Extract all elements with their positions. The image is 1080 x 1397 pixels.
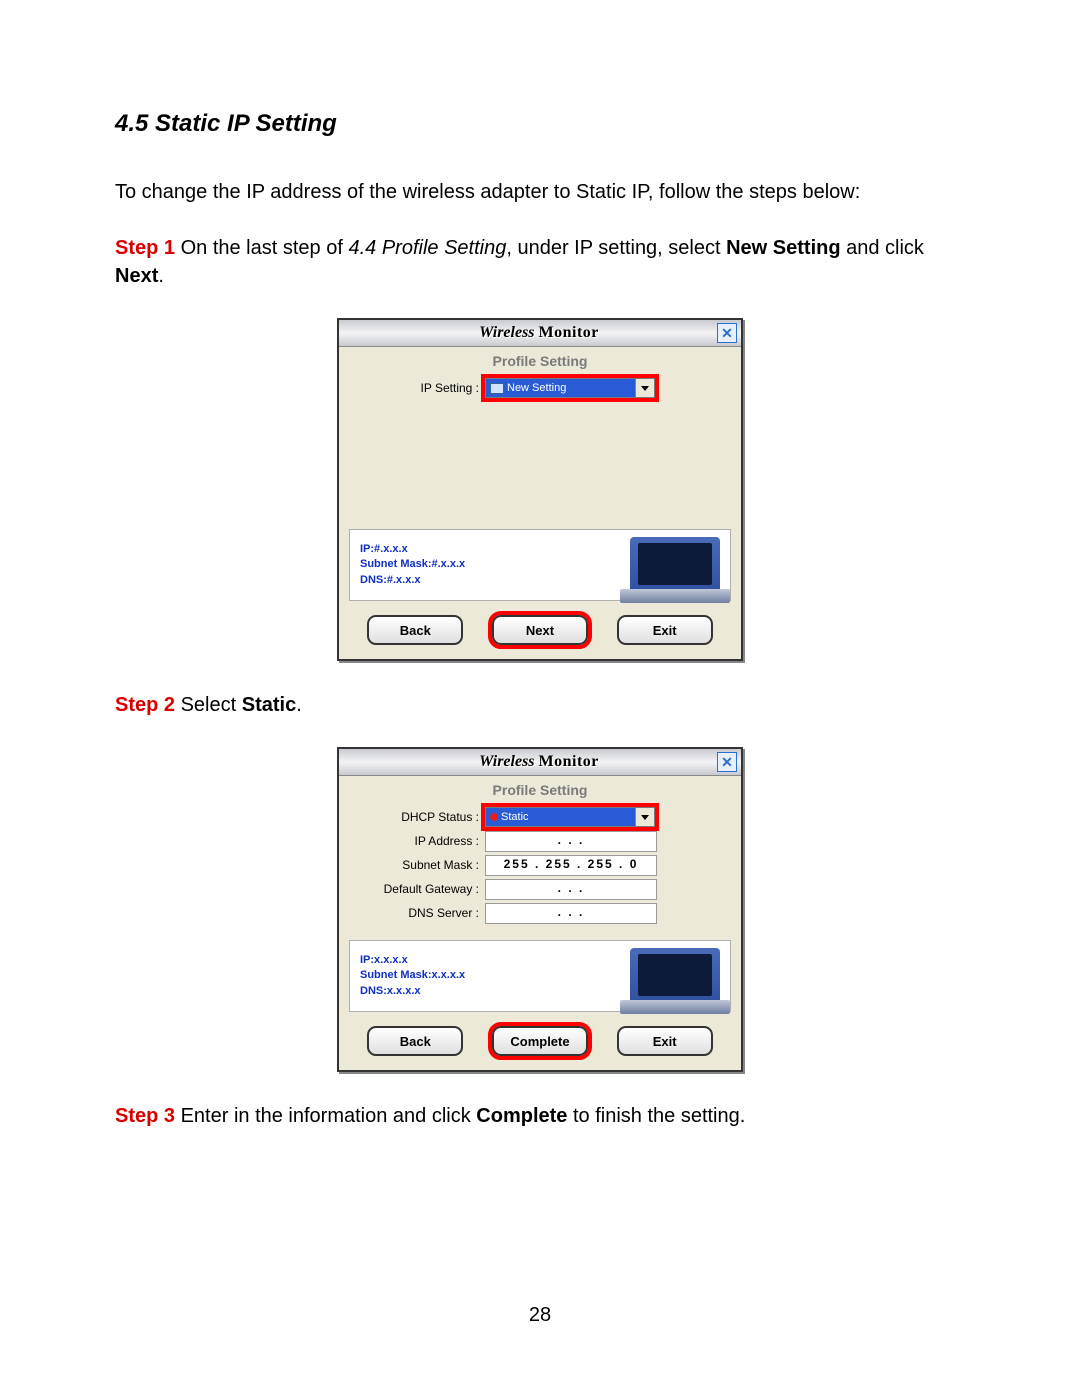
step3-label: Step 3 bbox=[115, 1105, 175, 1127]
close-button[interactable]: ✕ bbox=[717, 323, 737, 343]
step3-text: Step 3 Enter in the information and clic… bbox=[115, 1102, 965, 1130]
dhcp-value: Static bbox=[501, 811, 529, 823]
complete-button[interactable]: Complete bbox=[492, 1026, 588, 1056]
info-text: IP:x.x.x.x Subnet Mask:x.x.x.x DNS:x.x.x… bbox=[360, 953, 610, 999]
gateway-label: Default Gateway : bbox=[349, 882, 485, 896]
dialog-subheader: Profile Setting bbox=[339, 347, 741, 371]
page-number: 28 bbox=[529, 1304, 551, 1327]
section-heading: 4.5 Static IP Setting bbox=[115, 110, 965, 138]
dialog-titlebar: Wireless Monitor ✕ bbox=[339, 320, 741, 347]
info-dns: DNS:#.x.x.x bbox=[360, 573, 610, 588]
dialog-subheader: Profile Setting bbox=[339, 776, 741, 800]
step1-t1: On the last step of bbox=[175, 237, 348, 259]
info-pane: IP:#.x.x.x Subnet Mask:#.x.x.x DNS:#.x.x… bbox=[349, 529, 731, 601]
chevron-down-icon[interactable] bbox=[635, 808, 654, 826]
title-suffix: Monitor bbox=[539, 324, 599, 341]
step1-label: Step 1 bbox=[115, 237, 175, 259]
ip-setting-value: New Setting bbox=[507, 382, 566, 394]
title-prefix: Wireless bbox=[479, 324, 534, 341]
info-dns: DNS:x.x.x.x bbox=[360, 984, 610, 999]
dialog-titlebar: Wireless Monitor ✕ bbox=[339, 749, 741, 776]
dialog-title: Wireless Monitor bbox=[361, 753, 717, 771]
dhcp-dropdown[interactable]: Static bbox=[485, 807, 655, 827]
step1-ref: 4.4 Profile Setting bbox=[348, 237, 506, 259]
info-ip: IP:#.x.x.x bbox=[360, 542, 610, 557]
step3-t2: to finish the setting. bbox=[567, 1105, 745, 1127]
exit-button[interactable]: Exit bbox=[617, 615, 713, 645]
step1-text: Step 1 On the last step of 4.4 Profile S… bbox=[115, 234, 965, 290]
dialog1: Wireless Monitor ✕ Profile Setting IP Se… bbox=[337, 318, 743, 661]
gateway-field[interactable]: . . . bbox=[485, 879, 657, 900]
dns-label: DNS Server : bbox=[349, 906, 485, 920]
ip-setting-dropdown[interactable]: New Setting bbox=[485, 378, 655, 398]
step2-label: Step 2 bbox=[115, 694, 175, 716]
step3-bold1: Complete bbox=[476, 1105, 567, 1127]
dialog-title: Wireless Monitor bbox=[361, 324, 717, 342]
step2-text: Step 2 Select Static. bbox=[115, 691, 965, 719]
dhcp-label: DHCP Status : bbox=[349, 810, 485, 824]
laptop-icon bbox=[630, 948, 720, 1004]
exit-button[interactable]: Exit bbox=[617, 1026, 713, 1056]
back-button[interactable]: Back bbox=[367, 1026, 463, 1056]
step1-t4: . bbox=[158, 265, 164, 287]
info-ip: IP:x.x.x.x bbox=[360, 953, 610, 968]
step1-t3: and click bbox=[841, 237, 924, 259]
step2-t1: Select bbox=[175, 694, 242, 716]
subnet-mask-label: Subnet Mask : bbox=[349, 858, 485, 872]
step1-bold1: New Setting bbox=[726, 237, 840, 259]
info-mask: Subnet Mask:#.x.x.x bbox=[360, 557, 610, 572]
ip-address-field[interactable]: . . . bbox=[485, 831, 657, 852]
info-text: IP:#.x.x.x Subnet Mask:#.x.x.x DNS:#.x.x… bbox=[360, 542, 610, 588]
ip-setting-label: IP Setting : bbox=[349, 381, 485, 395]
step1-bold2: Next bbox=[115, 265, 158, 287]
chevron-down-icon[interactable] bbox=[635, 379, 654, 397]
laptop-icon bbox=[630, 537, 720, 593]
status-dot-icon bbox=[490, 813, 498, 821]
step1-t2: , under IP setting, select bbox=[506, 237, 726, 259]
dns-field[interactable]: . . . bbox=[485, 903, 657, 924]
dialog2: Wireless Monitor ✕ Profile Setting DHCP … bbox=[337, 747, 743, 1072]
step2-bold1: Static bbox=[242, 694, 296, 716]
ip-address-label: IP Address : bbox=[349, 834, 485, 848]
subnet-mask-field[interactable]: 255 . 255 . 255 . 0 bbox=[485, 855, 657, 876]
back-button[interactable]: Back bbox=[367, 615, 463, 645]
step3-t1: Enter in the information and click bbox=[175, 1105, 476, 1127]
step2-t2: . bbox=[296, 694, 302, 716]
close-button[interactable]: ✕ bbox=[717, 752, 737, 772]
next-button[interactable]: Next bbox=[492, 615, 588, 645]
title-prefix: Wireless bbox=[479, 753, 534, 770]
monitor-icon bbox=[490, 383, 504, 394]
info-mask: Subnet Mask:x.x.x.x bbox=[360, 968, 610, 983]
intro-text: To change the IP address of the wireless… bbox=[115, 178, 965, 206]
info-pane: IP:x.x.x.x Subnet Mask:x.x.x.x DNS:x.x.x… bbox=[349, 940, 731, 1012]
title-suffix: Monitor bbox=[539, 753, 599, 770]
